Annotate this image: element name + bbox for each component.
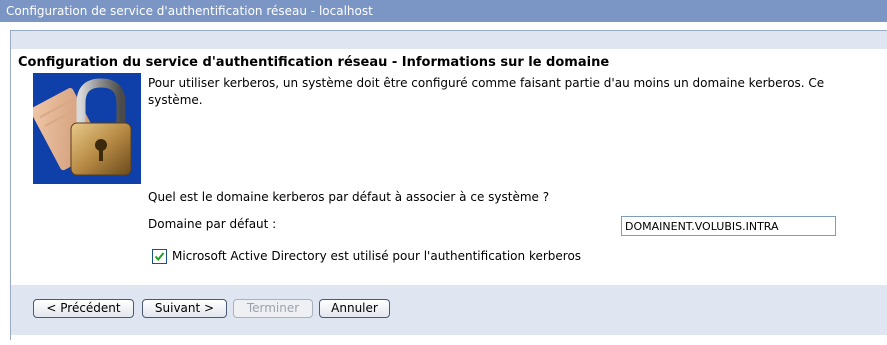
description-text: Pour utiliser kerberos, un système doit …: [148, 75, 887, 109]
page-title: Configuration du service d'authentificat…: [18, 55, 610, 70]
domain-question: Quel est le domaine kerberos par défaut …: [148, 190, 550, 204]
description-line-2: système.: [148, 93, 203, 107]
window-title-bar: Configuration de service d'authentificat…: [0, 0, 887, 22]
checkmark-icon: [154, 252, 165, 262]
ad-checkbox[interactable]: [152, 249, 167, 264]
padlock-icon: [33, 73, 141, 184]
description-line-1: Pour utiliser kerberos, un système doit …: [148, 76, 825, 90]
wizard-window: Configuration de service d'authentificat…: [0, 0, 887, 345]
window-title: Configuration de service d'authentificat…: [6, 4, 373, 18]
next-button[interactable]: Suivant >: [142, 299, 227, 318]
previous-button[interactable]: < Précédent: [33, 299, 134, 318]
ad-checkbox-label[interactable]: Microsoft Active Directory est utilisé p…: [172, 249, 581, 263]
bottom-margin: [0, 340, 887, 345]
domain-label: Domaine par défaut :: [148, 217, 277, 231]
header-band: [11, 31, 887, 49]
domain-input[interactable]: [621, 216, 836, 236]
cancel-button[interactable]: Annuler: [319, 299, 390, 318]
finish-button[interactable]: Terminer: [233, 299, 313, 318]
